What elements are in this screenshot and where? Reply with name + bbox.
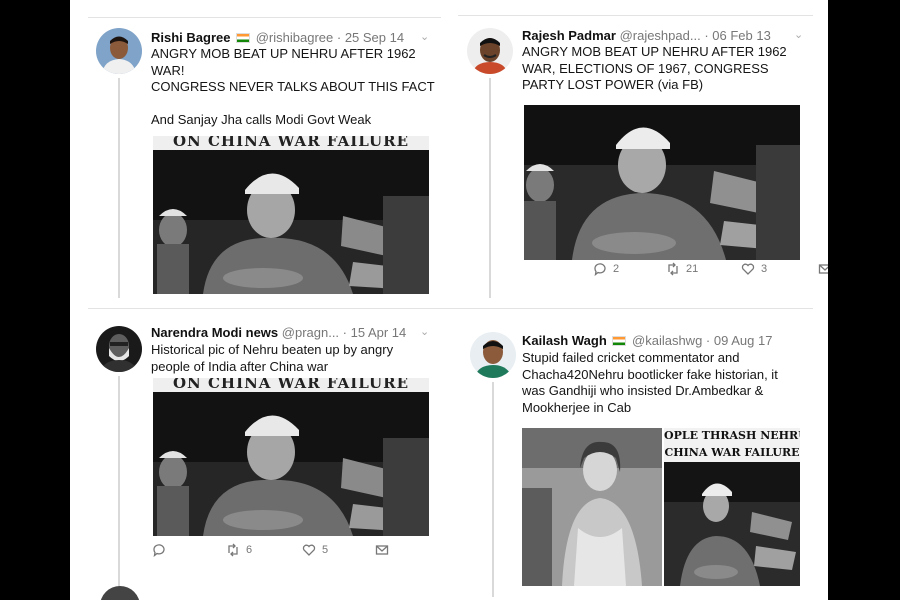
retweet-icon — [228, 543, 238, 557]
like-count: 5 — [322, 544, 329, 556]
avatar[interactable] — [467, 28, 513, 74]
reply-button[interactable]: 2 — [593, 262, 619, 276]
message-icon — [375, 545, 389, 555]
dm-button[interactable] — [375, 543, 389, 557]
retweet-button[interactable]: 21 — [666, 262, 698, 276]
tweet-header: Narendra Modi news @pragn... · 15 Apr 14 — [151, 325, 406, 340]
tweet-photo-right[interactable]: OPLE THRASH NEHRU CHINA WAR FAILURE — [664, 428, 800, 586]
tweet-header: Rishi Bagree @rishibagree · 25 Sep 14 — [151, 30, 404, 45]
tweet-text: ANGRY MOB BEAT UP NEHRU AFTER 1962 WAR, … — [522, 44, 787, 92]
like-button[interactable]: 5 — [302, 543, 328, 557]
dm-button[interactable] — [818, 262, 828, 276]
like-button[interactable]: 3 — [741, 262, 767, 276]
woman-photo-art — [522, 428, 662, 586]
tweet-date[interactable]: · 25 Sep 14 — [337, 30, 404, 45]
display-name[interactable]: Rajesh Padmar — [522, 28, 616, 43]
retweet-button[interactable]: 6 — [226, 543, 252, 557]
tweet-narendra-modi-news[interactable]: Narendra Modi news @pragn... · 15 Apr 14… — [70, 310, 445, 600]
thread-line — [492, 382, 494, 597]
india-flag-icon — [612, 336, 627, 346]
tweet-photo[interactable] — [524, 105, 800, 260]
photo-banner-line1: OPLE THRASH NEHRU — [664, 429, 800, 442]
nehru-photo-art — [153, 392, 429, 536]
nehru-photo-art — [153, 150, 429, 294]
tweet-text: Stupid failed cricket commentator and Ch… — [522, 350, 778, 415]
tweet-date[interactable]: · 15 Apr 14 — [343, 325, 407, 340]
heart-icon — [741, 263, 755, 275]
message-icon — [818, 264, 828, 274]
thread-line — [118, 78, 120, 298]
tweet-date[interactable]: · 06 Feb 13 — [704, 28, 771, 43]
reply-count: 2 — [613, 263, 620, 275]
handle[interactable]: @pragn... — [282, 325, 339, 340]
screenshot-collage: Rishi Bagree @rishibagree · 25 Sep 14 ⌄ … — [70, 0, 828, 600]
handle[interactable]: @rishibagree — [256, 30, 334, 45]
tweet-header: Rajesh Padmar @rajeshpad... · 06 Feb 13 — [522, 28, 771, 43]
handle[interactable]: @rajeshpad... — [620, 28, 701, 43]
reply-icon — [594, 263, 606, 276]
chevron-down-icon[interactable]: ⌄ — [420, 30, 429, 43]
display-name[interactable]: Kailash Wagh — [522, 333, 607, 348]
retweet-count: 21 — [686, 263, 699, 275]
chevron-down-icon[interactable]: ⌄ — [420, 325, 429, 338]
tweet-photo-left[interactable] — [522, 428, 662, 586]
tweet-photo[interactable]: ON CHINA WAR FAILURE — [153, 378, 429, 536]
thread-line — [489, 78, 491, 298]
thread-line — [118, 376, 120, 596]
retweet-count: 6 — [246, 544, 253, 556]
chevron-down-icon[interactable]: ⌄ — [794, 28, 803, 41]
display-name[interactable]: Rishi Bagree — [151, 30, 230, 45]
india-flag-icon — [236, 33, 251, 43]
reply-icon — [153, 544, 165, 557]
tweet-header: Kailash Wagh @kailashwg · 09 Aug 17 — [522, 333, 772, 348]
tweet-text: ANGRY MOB BEAT UP NEHRU AFTER 1962 WAR! … — [151, 46, 435, 127]
tweet-date[interactable]: · 09 Aug 17 — [706, 333, 773, 348]
nehru-photo-art — [524, 105, 800, 260]
tweet-rajesh-padmar[interactable]: Rajesh Padmar @rajeshpad... · 06 Feb 13 … — [448, 0, 828, 305]
display-name[interactable]: Narendra Modi news — [151, 325, 278, 340]
center-divider — [88, 308, 813, 309]
avatar[interactable] — [96, 326, 142, 372]
photo-banner-line2: CHINA WAR FAILURE — [664, 446, 800, 459]
reply-button[interactable] — [152, 543, 172, 557]
nehru-photo-art — [664, 462, 800, 586]
handle[interactable]: @kailashwg — [632, 333, 702, 348]
like-count: 3 — [761, 263, 768, 275]
tweet-rishi-bagree[interactable]: Rishi Bagree @rishibagree · 25 Sep 14 ⌄ … — [70, 0, 445, 305]
tweet-photo[interactable]: ON CHINA WAR FAILURE — [153, 136, 429, 294]
tweet-text: Historical pic of Nehru beaten up by ang… — [151, 342, 394, 374]
heart-icon — [302, 544, 316, 556]
avatar[interactable] — [96, 28, 142, 74]
retweet-icon — [668, 262, 678, 276]
avatar[interactable] — [470, 332, 516, 378]
tweet-kailash-wagh[interactable]: Kailash Wagh @kailashwg · 09 Aug 17 Stup… — [448, 310, 828, 600]
